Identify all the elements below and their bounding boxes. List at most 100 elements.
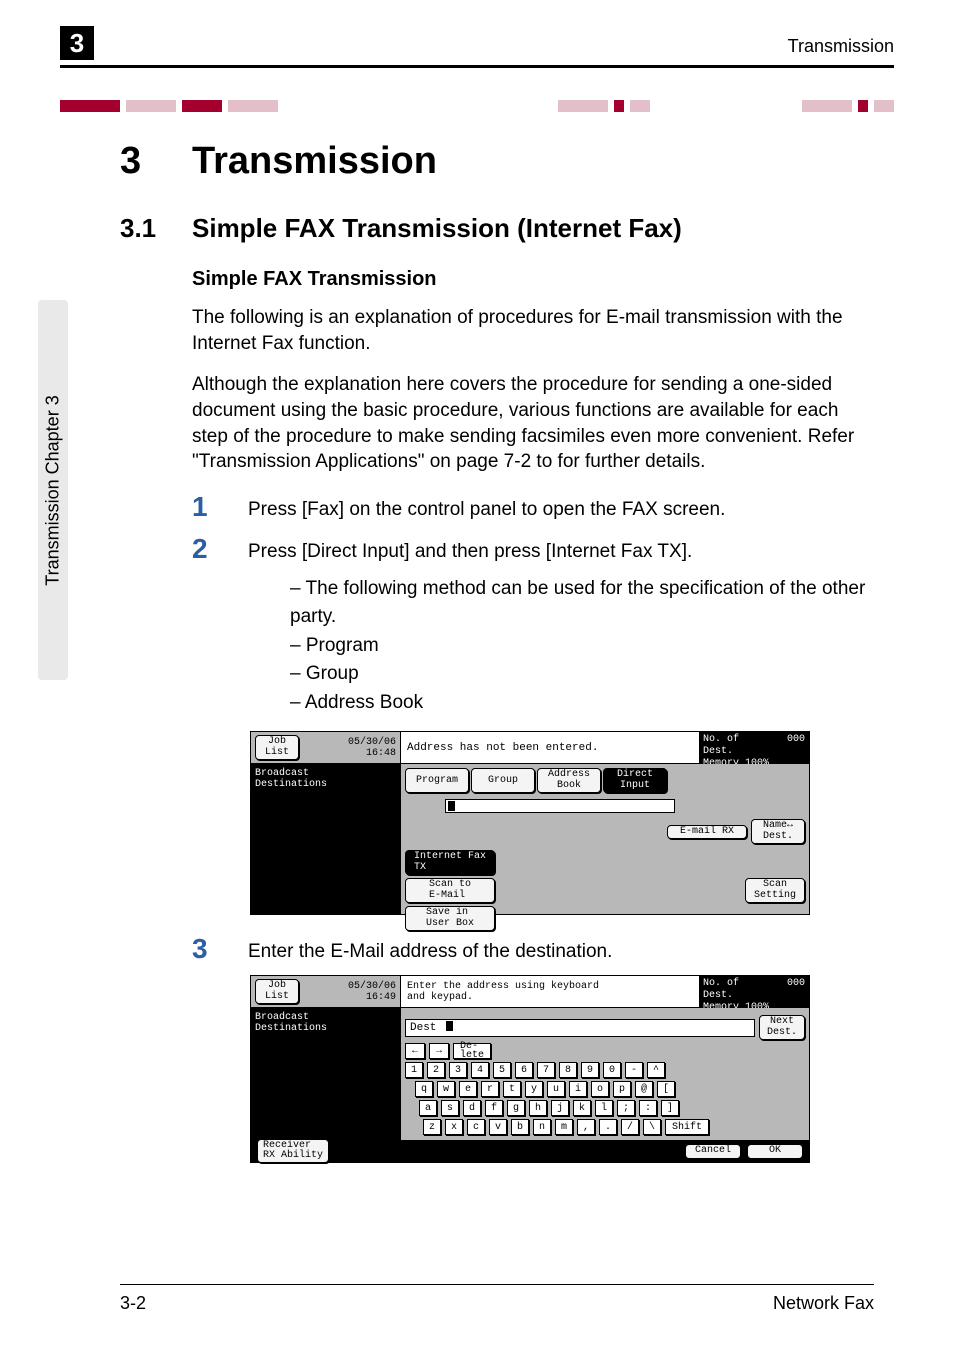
keyboard-key[interactable]: @ <box>635 1081 653 1097</box>
caret-icon <box>448 801 455 811</box>
scan-to-email-button[interactable]: Scan to E-Mail <box>405 878 495 903</box>
keyboard-key[interactable]: 4 <box>471 1062 489 1078</box>
side-tab: Transmission Chapter 3 <box>38 300 68 680</box>
internet-fax-tx-button[interactable]: Internet Fax TX <box>405 850 495 875</box>
receiver-rx-ability-button[interactable]: Receiver RX Ability <box>257 1139 329 1163</box>
job-list-button[interactable]: Job List <box>255 979 299 1004</box>
dest-field-label: Dest <box>410 1022 436 1034</box>
name-dest-button[interactable]: Name↔ Dest. <box>751 819 805 844</box>
keyboard-key[interactable]: f <box>485 1100 503 1116</box>
running-title: Transmission <box>788 36 894 57</box>
keyboard-key[interactable]: s <box>441 1100 459 1116</box>
keyboard-key[interactable]: ^ <box>647 1062 665 1078</box>
lcd-left-panel: Broadcast Destinations <box>251 1008 401 1140</box>
lcd-screenshot-2: Job List 05/30/06 16:49 Enter the addres… <box>250 975 810 1163</box>
keyboard-key[interactable]: p <box>613 1081 631 1097</box>
keyboard-key[interactable]: t <box>503 1081 521 1097</box>
keyboard-key[interactable]: - <box>625 1062 643 1078</box>
keyboard-key[interactable]: 7 <box>537 1062 555 1078</box>
program-tab[interactable]: Program <box>405 768 469 793</box>
keyboard-key[interactable]: \ <box>643 1119 661 1135</box>
step-2-sublist: The following method can be used for the… <box>290 575 874 718</box>
step-3: 3 Enter the E-Mail address of the destin… <box>192 933 874 965</box>
keyboard-key[interactable]: b <box>511 1119 529 1135</box>
keyboard-key[interactable]: 5 <box>493 1062 511 1078</box>
keyboard-key[interactable]: y <box>525 1081 543 1097</box>
page-header: 3 Transmission <box>60 30 894 68</box>
heading-2: 3.1Simple FAX Transmission (Internet Fax… <box>120 213 874 244</box>
keyboard-key[interactable]: l <box>595 1100 613 1116</box>
paragraph: Although the explanation here covers the… <box>192 372 874 475</box>
side-tab-label: Transmission Chapter 3 <box>43 395 64 585</box>
keyboard-key[interactable]: 1 <box>405 1062 423 1078</box>
keyboard-row-q: qwertyuiop@[ <box>415 1081 805 1097</box>
arrow-left-key[interactable]: ← <box>405 1043 425 1059</box>
product-name: Network Fax <box>773 1293 874 1314</box>
keyboard-key[interactable]: r <box>481 1081 499 1097</box>
keyboard-key[interactable]: 8 <box>559 1062 577 1078</box>
direct-input-tab[interactable]: Direct Input <box>603 768 667 793</box>
email-rx-button[interactable]: E-mail RX <box>667 825 747 840</box>
keyboard-key[interactable]: d <box>463 1100 481 1116</box>
cancel-button[interactable]: Cancel <box>685 1144 741 1159</box>
keyboard-key[interactable]: ] <box>661 1100 679 1116</box>
scan-setting-button[interactable]: Scan Setting <box>745 878 805 903</box>
keyboard-key[interactable]: . <box>599 1119 617 1135</box>
keyboard-key[interactable]: 9 <box>581 1062 599 1078</box>
step-2: 2 Press [Direct Input] and then press [I… <box>192 533 874 565</box>
keyboard-key[interactable]: n <box>533 1119 551 1135</box>
group-tab[interactable]: Group <box>471 768 535 793</box>
keyboard-key[interactable]: w <box>437 1081 455 1097</box>
next-dest-button[interactable]: Next Dest. <box>759 1015 805 1040</box>
job-list-button[interactable]: Job List <box>255 735 299 760</box>
keyboard-row-a: asdfghjkl;:] <box>419 1100 805 1116</box>
keyboard-key[interactable]: k <box>573 1100 591 1116</box>
h1-number: 3 <box>120 140 192 183</box>
keyboard-key[interactable]: q <box>415 1081 433 1097</box>
lcd-stat-label: No. of Dest. <box>703 978 739 1002</box>
paragraph: The following is an explanation of proce… <box>192 305 874 356</box>
sublist-item: Address Book <box>290 689 874 718</box>
decorative-bar <box>60 100 894 112</box>
step-1: 1 Press [Fax] on the control panel to op… <box>192 491 874 523</box>
keyboard-key[interactable]: v <box>489 1119 507 1135</box>
keyboard-row-z: zxcvbnm,./\Shift <box>423 1119 805 1135</box>
lcd-dest-count: 000 <box>787 734 805 758</box>
keyboard-key[interactable]: m <box>555 1119 573 1135</box>
heading-3: Simple FAX Transmission <box>192 268 874 291</box>
h2-number: 3.1 <box>120 213 192 244</box>
keyboard-row-num: 1234567890-^ <box>405 1062 805 1078</box>
keyboard-key[interactable]: h <box>529 1100 547 1116</box>
sublist-item: Program <box>290 632 874 661</box>
sublist-note: The following method can be used for the… <box>290 575 874 632</box>
keyboard-key[interactable]: x <box>445 1119 463 1135</box>
keyboard-key[interactable]: 3 <box>449 1062 467 1078</box>
arrow-right-key[interactable]: → <box>429 1043 449 1059</box>
sublist-item: Group <box>290 660 874 689</box>
keyboard-key[interactable]: [ <box>657 1081 675 1097</box>
lcd-message: Enter the address using keyboard and key… <box>401 976 699 1007</box>
keyboard-key[interactable]: 6 <box>515 1062 533 1078</box>
lcd-datetime: 05/30/06 16:48 <box>305 737 396 759</box>
keyboard-key[interactable]: o <box>591 1081 609 1097</box>
keyboard-key[interactable]: z <box>423 1119 441 1135</box>
save-in-user-box-button[interactable]: Save in User Box <box>405 906 495 931</box>
keyboard-key[interactable]: ; <box>617 1100 635 1116</box>
keyboard-key[interactable]: g <box>507 1100 525 1116</box>
keyboard-key[interactable]: , <box>577 1119 595 1135</box>
shift-key[interactable]: Shift <box>665 1119 709 1135</box>
keyboard-key[interactable]: a <box>419 1100 437 1116</box>
keyboard-key[interactable]: i <box>569 1081 587 1097</box>
keyboard-key[interactable]: c <box>467 1119 485 1135</box>
keyboard-key[interactable]: j <box>551 1100 569 1116</box>
step-text: Enter the E-Mail address of the destinat… <box>248 933 612 965</box>
address-book-tab[interactable]: Address Book <box>537 768 601 793</box>
keyboard-key[interactable]: : <box>639 1100 657 1116</box>
keyboard-key[interactable]: 0 <box>603 1062 621 1078</box>
delete-key[interactable]: De- lete <box>453 1043 491 1059</box>
keyboard-key[interactable]: u <box>547 1081 565 1097</box>
ok-button[interactable]: OK <box>747 1144 803 1159</box>
keyboard-key[interactable]: 2 <box>427 1062 445 1078</box>
keyboard-key[interactable]: e <box>459 1081 477 1097</box>
keyboard-key[interactable]: / <box>621 1119 639 1135</box>
